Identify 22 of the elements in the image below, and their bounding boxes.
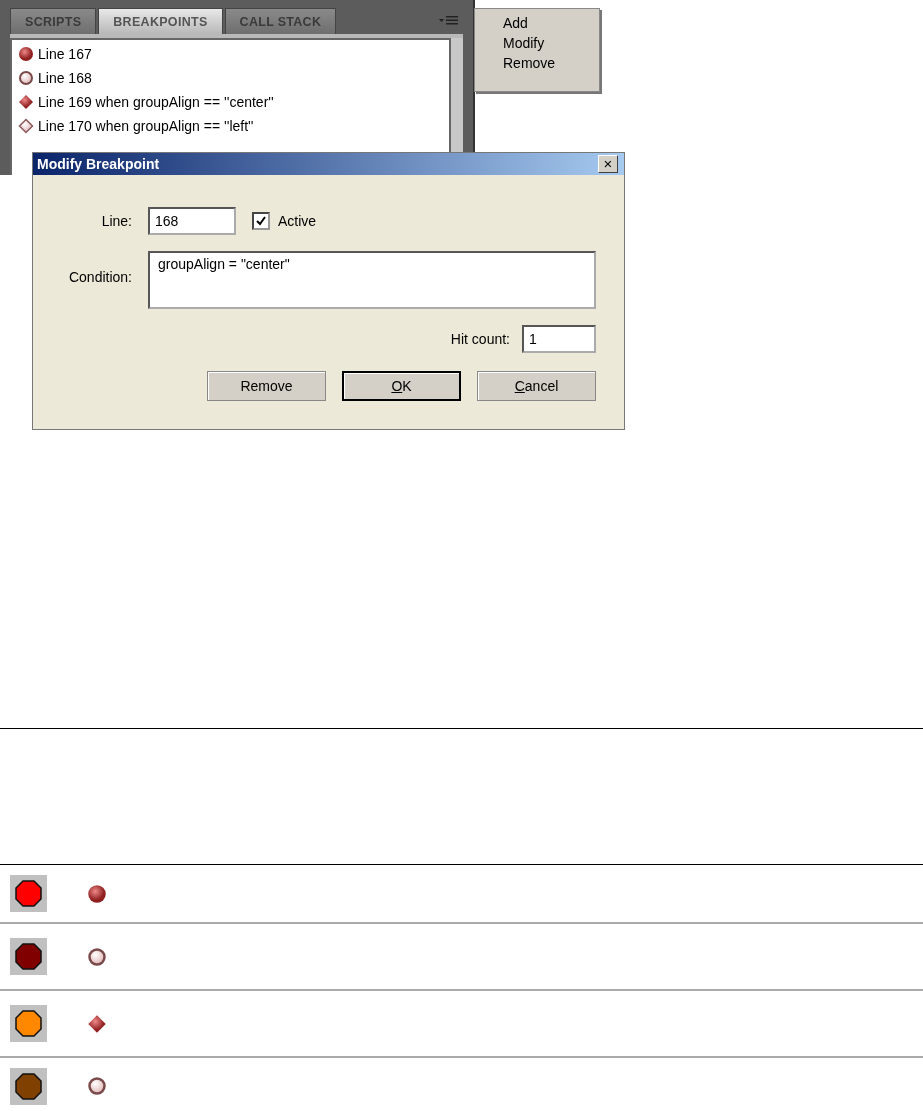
dialog-button[interactable]: Cancel [477, 371, 596, 401]
hit-count-field[interactable]: 1 [522, 325, 596, 353]
field-label: Hit count: [450, 331, 510, 347]
dialog-button[interactable]: Remove [207, 371, 326, 401]
panel-tab[interactable]: BREAKPOINTS [98, 8, 223, 34]
dialog-title: Modify Breakpoint [37, 156, 160, 172]
breakpoint-item[interactable]: Line 169 when groupAlign == ''center'' [38, 94, 274, 110]
breakpoint-item[interactable]: Line 170 when groupAlign == ''left'' [38, 118, 254, 134]
panel-menu-icon[interactable] [439, 15, 459, 27]
field-label: Line: [101, 213, 132, 229]
menu-item[interactable]: Remove [503, 55, 599, 71]
condition-field[interactable]: groupAlign = "center" [148, 251, 596, 309]
check-icon [256, 216, 266, 226]
breakpoint-item[interactable]: Line 168 [38, 70, 92, 86]
close-button[interactable]: × [598, 155, 618, 173]
menu-item[interactable]: Add [503, 15, 599, 31]
field-label: Condition: [68, 269, 132, 285]
menu-item[interactable]: Modify [503, 35, 599, 51]
active-checkbox[interactable]: Active [252, 212, 317, 230]
line-field[interactable]: 168 [148, 207, 236, 235]
dialog-button[interactable]: OK [342, 371, 461, 401]
breakpoint-item[interactable]: Line 167 [38, 46, 92, 62]
